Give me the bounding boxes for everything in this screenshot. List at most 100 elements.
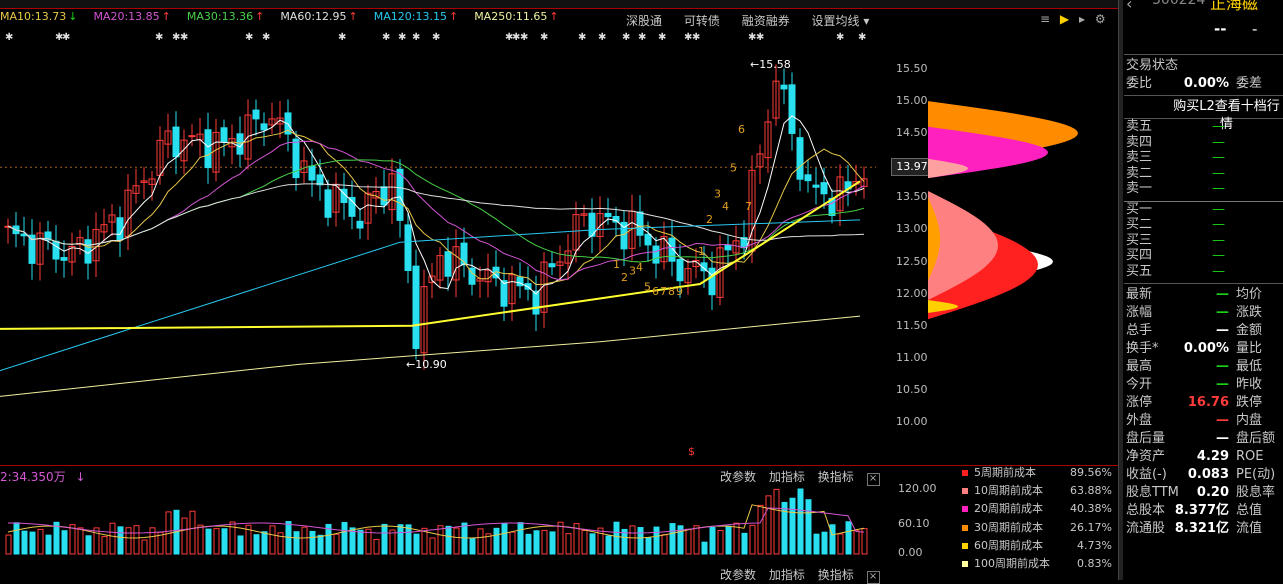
l2-link[interactable]: 购买L2查看十档行情 [1124,98,1283,132]
event-marker-icon[interactable]: ✱ [622,32,631,43]
volume-bar [501,523,508,555]
event-marker-icon[interactable]: ✱ [540,32,549,43]
candlestick-chart[interactable]: ←15.58←10.9012 3 45 6 7 8 91234567$ [0,45,876,465]
bars-icon[interactable]: ≡ [1040,12,1050,26]
convertible-bond-button[interactable]: 可转债 [684,14,720,28]
volume-bar [397,524,404,555]
volume-bar [805,499,812,555]
ma-settings-dropdown[interactable]: 设置均线 ▾ [812,14,870,28]
stat-value: — [1216,377,1229,392]
ma-value: MA10:13.73 [0,10,67,23]
panel-splitter[interactable] [1118,0,1123,580]
stat-value: 8.377亿 [1174,503,1229,518]
event-marker-icon[interactable]: ✱ [692,32,701,43]
volume-bar [141,539,148,555]
volume-tick-label: 60.10 [898,517,930,530]
ma-legend-item: MA250:11.65 ↑ [474,10,566,23]
stat-value: 16.76 [1187,395,1229,410]
chip-distribution-chart [928,101,1078,320]
ma-value: MA120:13.15 [373,10,447,23]
stat-label-right: 总值 [1236,503,1263,518]
event-marker-icon[interactable]: ✱ [756,32,765,43]
play-icon[interactable]: ▸ [1079,12,1085,26]
event-marker-icon[interactable]: ✱ [836,32,845,43]
edit-params-button[interactable]: 改参数 [720,470,756,484]
add-indicator-button[interactable]: 加指标 [769,470,805,484]
candle-body [804,174,812,182]
candle-body [324,189,332,218]
chart-icon-group: ≡ ▶ ▸ ⚙ [1040,12,1112,26]
event-marker-icon[interactable]: ✱ [5,32,14,43]
order-level-row[interactable]: 卖一 — [1124,182,1283,199]
event-marker-icon[interactable]: ✱ [245,32,254,43]
event-marker-icon[interactable]: ✱ [638,32,647,43]
event-marker-icon[interactable]: ✱ [858,32,867,43]
chart-toolbar: 深股通 可转债 融资融券 设置均线 ▾ [626,12,887,29]
stat-label: 净资产 [1126,449,1166,464]
quote-stat-row: 今开 — 昨收 [1124,376,1283,394]
gear-icon[interactable]: ⚙ [1095,12,1106,26]
event-marker-icon[interactable]: ✱ [262,32,271,43]
volume-bar [693,525,700,555]
volume-bar [85,535,92,555]
volume-bar [837,533,844,555]
event-marker-icon[interactable]: ✱ [578,32,587,43]
cost-legend-row: 20周期前成本 40.38% [962,500,1112,518]
flag-icon[interactable]: ▶ [1060,12,1069,26]
shenguton-button[interactable]: 深股通 [626,14,662,28]
volume-bar [525,533,532,555]
event-marker-icon[interactable]: ✱ [338,32,347,43]
weibi-row: 委比 0.00% 委差 [1126,76,1263,91]
stat-label: 股息TTM [1126,485,1179,500]
level-price: — [1212,201,1225,217]
price-tick-label: 10.00 [896,415,928,428]
candle-body [644,233,652,246]
event-marker-icon[interactable]: ✱ [180,32,189,43]
candle-body [796,137,804,180]
volume-bar [125,527,132,555]
volume-bar [661,534,668,555]
ma-value: MA250:11.65 [474,10,548,23]
event-marker-icon[interactable]: ✱ [658,32,667,43]
event-marker-icon[interactable]: ✱ [432,32,441,43]
stock-code: 300224 [1152,0,1206,8]
cost-legend-row: 100周期前成本 0.83% [962,555,1112,573]
event-marker-icon[interactable]: ✱ [412,32,421,43]
order-level-row[interactable]: 买五 — [1124,265,1283,282]
margin-trading-button[interactable]: 融资融券 [742,14,790,28]
volume-bar [517,522,524,555]
stat-value: — [1216,287,1229,302]
volume-bar [701,541,708,555]
volume-bar [237,535,244,555]
close-icon-2[interactable]: × [866,571,880,584]
event-marker-icon[interactable]: ✱ [598,32,607,43]
event-marker-icon[interactable]: ✱ [382,32,391,43]
stat-label-right: 金额 [1236,323,1263,338]
switch-indicator-button[interactable]: 换指标 [818,470,854,484]
event-marker-icon[interactable]: ✱ [62,32,71,43]
event-marker-icon[interactable]: ✱ [155,32,164,43]
stat-label: 总手 [1126,323,1153,338]
volume-chart[interactable] [0,485,876,565]
volume-bar [381,523,388,555]
candle-body [652,245,660,264]
chevron-left-icon[interactable]: ‹ [1126,0,1132,13]
stat-label-right: 量比 [1236,341,1263,356]
quote-stat-row: 外盘 — 内盘 [1124,412,1283,430]
volume-bar [389,529,396,555]
level-price: — [1212,232,1225,248]
event-marker-icon[interactable]: ✱ [398,32,407,43]
candle-body [708,267,716,296]
quote-stat-row: 涨幅 — 涨跌 [1124,304,1283,322]
level-price: — [1212,150,1225,165]
quote-stat-row: 最新 — 均价 [1124,286,1283,304]
event-marker-icon[interactable]: ✱ [520,32,529,43]
quote-stat-row: 净资产 4.29 ROE [1124,448,1283,466]
stat-label-right: 内盘 [1236,413,1263,428]
cost-value: 26.17% [1070,520,1112,534]
volume-bar [5,534,12,555]
volume-bar [541,529,548,555]
candle-body [260,123,268,131]
stat-label-right: 涨跌 [1236,305,1263,320]
volume-bar [453,527,460,555]
